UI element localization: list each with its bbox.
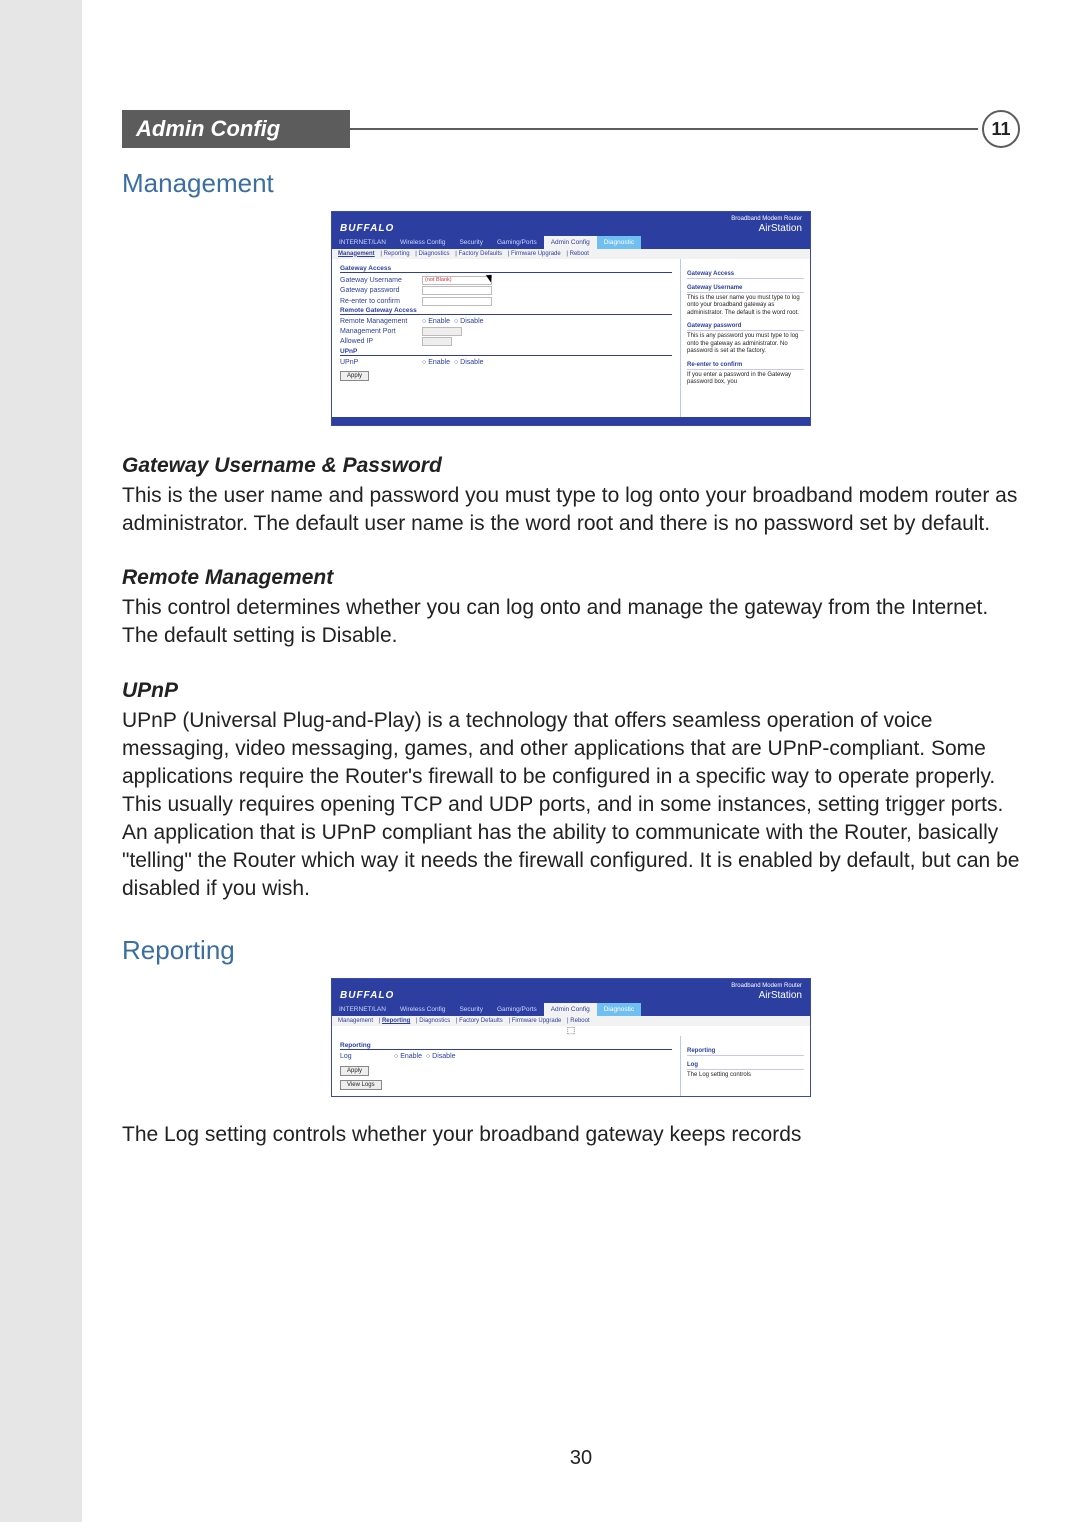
tab2-gaming[interactable]: Gaming/Ports — [490, 1003, 544, 1016]
subtab-reboot[interactable]: Reboot — [570, 251, 589, 257]
page-number: 30 — [82, 1447, 1080, 1470]
tab-gaming[interactable]: Gaming/Ports — [490, 236, 544, 249]
brand-logo: BUFFALO — [340, 223, 394, 234]
group-gateway-access: Gateway Access — [340, 265, 672, 273]
help2-h-reporting: Reporting — [687, 1048, 804, 1056]
subtab-reporting[interactable]: Reporting — [384, 251, 410, 257]
shot2-help-panel: Reporting Log The Log setting controls — [680, 1036, 810, 1096]
group-remote-access: Remote Gateway Access — [340, 307, 672, 315]
lbl-username: Gateway Username — [340, 277, 418, 284]
tab-security[interactable]: Security — [452, 236, 489, 249]
help-h-confirm: Re-enter to confirm — [687, 362, 804, 370]
sub-gateway: Gateway Username & Password — [122, 454, 1020, 478]
cursor-icon: ⬚ — [332, 1025, 810, 1036]
chapter-rule — [350, 128, 978, 130]
tab-wireless[interactable]: Wireless Config — [393, 236, 453, 249]
text-reporting: The Log setting controls whether your br… — [122, 1121, 1020, 1149]
help2-h-log: Log — [687, 1062, 804, 1070]
section-management-heading: Management — [122, 168, 1020, 199]
lbl-confirm: Re-enter to confirm — [340, 298, 418, 305]
input-allowed-ip[interactable] — [422, 337, 452, 346]
lbl-password: Gateway password — [340, 287, 418, 294]
chapter-bar: Admin Config 11 — [122, 110, 1020, 148]
sub-remote: Remote Management — [122, 566, 1020, 590]
help-p-username: This is the user name you must type to l… — [687, 295, 804, 318]
airstation-label-2: Broadband Modem Router AirStation — [731, 983, 802, 1001]
lbl-log: Log — [340, 1053, 390, 1060]
input-username[interactable]: (not Blank) — [422, 276, 492, 285]
radio-remote-enable[interactable]: Enable — [422, 318, 450, 325]
shot-header: BUFFALO Broadband Modem Router AirStatio… — [332, 212, 810, 236]
lbl-remote: Remote Management — [340, 318, 418, 325]
lbl-port: Management Port — [340, 328, 418, 335]
chapter-title: Admin Config — [122, 110, 350, 148]
help-h-gateway-access: Gateway Access — [687, 271, 804, 279]
subtab-diagnostics[interactable]: Diagnostics — [419, 251, 450, 257]
shot-footer — [332, 417, 810, 425]
group-reporting: Reporting — [340, 1042, 672, 1050]
tab-admin-config[interactable]: Admin Config — [544, 236, 597, 249]
tab2-admin-config[interactable]: Admin Config — [544, 1003, 597, 1016]
section-reporting-heading: Reporting — [122, 935, 1020, 966]
text-upnp: UPnP (Universal Plug-and-Play) is a tech… — [122, 707, 1020, 904]
tab2-wireless[interactable]: Wireless Config — [393, 1003, 453, 1016]
group-upnp: UPnP — [340, 348, 672, 356]
help-p-password: This is any password you must type to lo… — [687, 333, 804, 356]
shot-body: Gateway Access Gateway Username (not Blan… — [332, 259, 810, 418]
input-password[interactable] — [422, 286, 492, 295]
input-confirm[interactable] — [422, 297, 492, 306]
radio-remote-disable[interactable]: Disable — [454, 318, 484, 325]
radio-upnp-disable[interactable]: Disable — [454, 359, 484, 366]
airstation-label: Broadband Modem Router AirStation — [731, 216, 802, 234]
shot-help-panel: Gateway Access Gateway Username This is … — [680, 259, 810, 418]
radio-upnp-enable[interactable]: Enable — [422, 359, 450, 366]
shot2-header: BUFFALO Broadband Modem Router AirStatio… — [332, 979, 810, 1003]
subtab-firmware[interactable]: Firmware Upgrade — [511, 251, 561, 257]
subtab2-reporting[interactable]: Reporting — [382, 1018, 410, 1024]
chapter-number: 11 — [982, 110, 1020, 148]
sub-tabs: Management | Reporting | Diagnostics | F… — [332, 249, 810, 259]
view-logs-button[interactable]: View Logs — [340, 1080, 382, 1090]
lbl-allowed-ip: Allowed IP — [340, 338, 418, 345]
subtab-factory[interactable]: Factory Defaults — [458, 251, 502, 257]
shot2-main-panel: Reporting Log Enable Disable Apply View L… — [332, 1036, 680, 1096]
main-tabs: INTERNET/LAN Wireless Config Security Ga… — [332, 236, 810, 249]
radio-log-enable[interactable]: Enable — [394, 1053, 422, 1060]
text-remote: This control determines whether you can … — [122, 594, 1020, 650]
help-h-username: Gateway Username — [687, 285, 804, 293]
subtab-management[interactable]: Management — [338, 251, 375, 257]
apply-button-2[interactable]: Apply — [340, 1066, 369, 1076]
subtab2-reboot[interactable]: Reboot — [570, 1018, 589, 1024]
lbl-upnp: UPnP — [340, 359, 418, 366]
tab2-diagnostic[interactable]: Diagnostic — [597, 1003, 641, 1016]
shot2-body: Reporting Log Enable Disable Apply View L… — [332, 1036, 810, 1096]
subtab2-management[interactable]: Management — [338, 1018, 373, 1024]
radio-log-disable[interactable]: Disable — [426, 1053, 456, 1060]
shot-main-panel: Gateway Access Gateway Username (not Blan… — [332, 259, 680, 418]
text-gateway: This is the user name and password you m… — [122, 482, 1020, 538]
help2-p-log: The Log setting controls — [687, 1072, 804, 1080]
main-tabs-2: INTERNET/LAN Wireless Config Security Ga… — [332, 1003, 810, 1016]
page-content: Admin Config 11 Management BUFFALO Broad… — [82, 0, 1080, 1149]
tab2-security[interactable]: Security — [452, 1003, 489, 1016]
sub-upnp: UPnP — [122, 679, 1020, 703]
screenshot-management: BUFFALO Broadband Modem Router AirStatio… — [331, 211, 811, 426]
tab2-internet-lan[interactable]: INTERNET/LAN — [332, 1003, 393, 1016]
tab-diagnostic[interactable]: Diagnostic — [597, 236, 641, 249]
subtab2-firmware[interactable]: Firmware Upgrade — [512, 1018, 562, 1024]
input-port[interactable] — [422, 327, 462, 336]
tab-internet-lan[interactable]: INTERNET/LAN — [332, 236, 393, 249]
subtab2-diagnostics[interactable]: Diagnostics — [419, 1018, 450, 1024]
screenshot-reporting: BUFFALO Broadband Modem Router AirStatio… — [331, 978, 811, 1096]
left-margin-strip — [0, 0, 82, 1522]
brand-logo-2: BUFFALO — [340, 990, 394, 1001]
help-h-password: Gateway password — [687, 323, 804, 331]
apply-button[interactable]: Apply — [340, 371, 369, 381]
subtab2-factory[interactable]: Factory Defaults — [459, 1018, 503, 1024]
help-p-confirm: If you enter a password in the Gateway p… — [687, 372, 804, 387]
